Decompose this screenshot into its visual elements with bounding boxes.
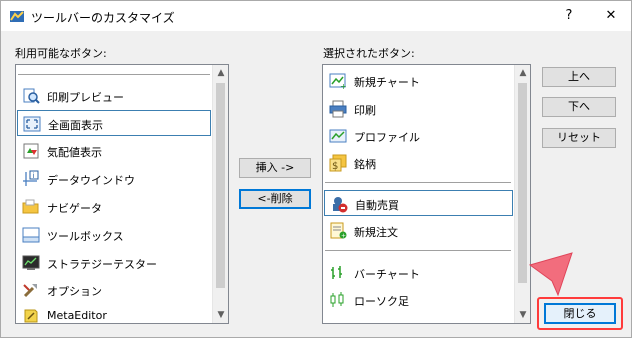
bar-chart-icon: [331, 266, 342, 279]
dialog-title: ツールバーのカスタマイズ: [31, 11, 175, 25]
list-item-metaeditor[interactable]: MetaEditor: [17, 303, 211, 323]
scroll-down-icon[interactable]: ▼: [213, 307, 228, 323]
available-buttons-list[interactable]: 印刷プレビュー 全画面表示 気配値表示 i データウインドウ ナビゲータ ツール…: [15, 64, 229, 324]
symbol-icon: $: [329, 154, 347, 172]
list-item-new-order[interactable]: + 新規注文: [324, 218, 513, 244]
move-up-button[interactable]: 上へ: [542, 67, 616, 87]
insert-button[interactable]: 挿入 ->: [239, 158, 311, 178]
scroll-up-icon[interactable]: ▲: [515, 65, 530, 81]
svg-text:+: +: [340, 82, 347, 90]
strategy-tester-icon: [22, 255, 40, 270]
list-item-data-window[interactable]: i データウインドウ: [17, 166, 211, 192]
svg-text:i: i: [33, 172, 35, 180]
list-item-profile[interactable]: プロファイル: [324, 123, 513, 149]
list-item-strategy-tester[interactable]: ストラテジーテスター: [17, 250, 211, 276]
print-preview-icon: [23, 88, 40, 104]
svg-text:+: +: [341, 233, 346, 240]
scroll-down-icon[interactable]: ▼: [515, 307, 530, 323]
delete-button[interactable]: <-削除: [239, 189, 311, 209]
list-item-auto-trading[interactable]: 自動売買: [324, 190, 513, 216]
scrollbar-thumb[interactable]: [216, 83, 225, 288]
list-separator: [325, 182, 511, 183]
new-chart-icon: +: [329, 73, 347, 90]
metaeditor-icon: [24, 309, 38, 323]
list-item-toolbox[interactable]: ツールボックス: [17, 222, 211, 248]
toolbox-icon: [22, 227, 40, 243]
move-down-button[interactable]: 下へ: [542, 97, 616, 117]
selected-buttons-list[interactable]: + 新規チャート 印刷 プロファイル $ 銘柄 自動売買 + 新規注文 バーチャ…: [322, 64, 531, 324]
list-item-fullscreen[interactable]: 全画面表示: [17, 110, 211, 136]
list-separator: [325, 250, 511, 251]
fullscreen-icon: [23, 116, 41, 132]
available-list-scrollbar[interactable]: ▲ ▼: [212, 65, 228, 323]
title-bar: ツールバーのカスタマイズ ? ✕: [1, 1, 631, 31]
print-icon: [329, 100, 347, 118]
list-item-print[interactable]: 印刷: [324, 96, 513, 122]
reset-button[interactable]: リセット: [542, 128, 616, 148]
profile-icon: [329, 129, 347, 143]
list-item-symbol[interactable]: $ 銘柄: [324, 150, 513, 176]
app-icon: [10, 11, 24, 22]
list-item-bar-chart[interactable]: バーチャート: [324, 260, 513, 286]
navigator-icon: [22, 199, 39, 214]
new-order-icon: +: [330, 222, 347, 240]
customize-toolbar-dialog: ツールバーのカスタマイズ ? ✕ 利用可能なボタン: 選択されたボタン: 印刷プ…: [0, 0, 632, 338]
scrollbar-thumb[interactable]: [518, 83, 527, 283]
auto-trading-icon: [333, 197, 348, 213]
list-item-print-preview[interactable]: 印刷プレビュー: [17, 83, 211, 109]
close-icon[interactable]: ✕: [591, 1, 631, 31]
scroll-up-icon[interactable]: ▲: [213, 65, 228, 81]
options-icon: [23, 284, 37, 298]
candlestick-icon: [330, 292, 344, 307]
list-item-options[interactable]: オプション: [17, 277, 211, 303]
svg-text:$: $: [332, 161, 338, 172]
market-watch-icon: [23, 143, 39, 159]
help-button[interactable]: ?: [549, 1, 589, 31]
close-button[interactable]: 閉じる: [544, 303, 616, 324]
data-window-icon: i: [23, 170, 39, 186]
list-separator: [18, 74, 210, 75]
list-item-market-watch[interactable]: 気配値表示: [17, 138, 211, 164]
list-item-navigator[interactable]: ナビゲータ: [17, 194, 211, 220]
selected-buttons-label: 選択されたボタン:: [323, 47, 415, 60]
list-item-candlestick[interactable]: ローソク足: [324, 287, 513, 313]
annotation-arrow-icon: [528, 252, 573, 297]
list-item-new-chart[interactable]: + 新規チャート: [324, 68, 513, 94]
available-buttons-label: 利用可能なボタン:: [15, 47, 107, 60]
